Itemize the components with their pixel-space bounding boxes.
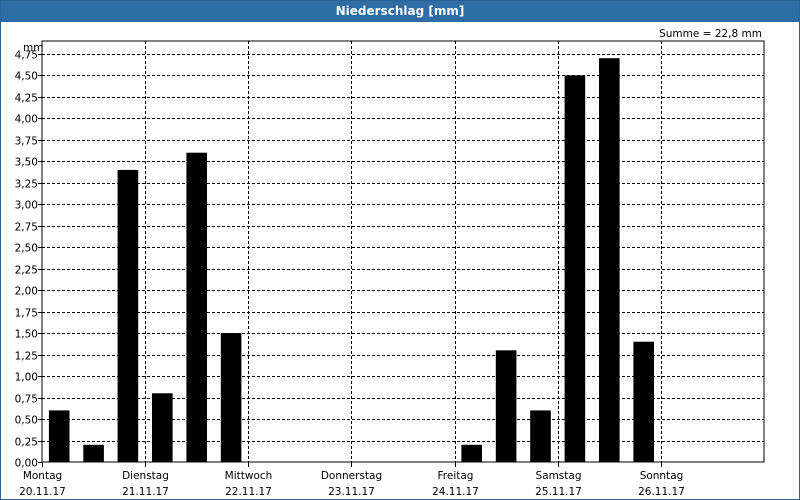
precipitation-bar <box>633 341 654 462</box>
precipitation-bar <box>599 58 620 462</box>
grid-lines <box>42 41 764 462</box>
y-tick-label: 0,50 <box>15 415 38 427</box>
y-axis-unit: mm <box>23 42 43 54</box>
precipitation-bar <box>117 169 139 462</box>
precipitation-bar <box>495 350 517 462</box>
y-tick-label: 0,75 <box>15 394 38 406</box>
y-tick-label: 0,25 <box>15 437 38 449</box>
precipitation-chart: 0,00 0,25 0,50 0,75 1,00 1,25 1,50 1,75 2,00 2,25… <box>15 28 765 498</box>
precipitation-bar <box>564 75 586 463</box>
y-tick-label: 2,00 <box>15 286 38 298</box>
sum-label: Summe = 22,8 mm <box>659 28 762 40</box>
day-name-label: Freitag <box>438 470 474 482</box>
y-tick-label: 2,75 <box>15 222 38 234</box>
day-date-label: 26.11.17 <box>638 486 685 498</box>
y-tick-label: 3,25 <box>15 179 38 191</box>
y-tick-label: 4,50 <box>15 71 38 83</box>
y-tick-label: 1,50 <box>15 329 38 341</box>
y-tick-label: 3,75 <box>15 136 38 148</box>
y-tick-label: 3,00 <box>15 200 38 212</box>
y-tick-label: 3,50 <box>15 157 38 169</box>
day-name-label: Dienstag <box>122 470 169 482</box>
precipitation-bar <box>48 410 70 462</box>
y-tick-label: 0,00 <box>15 458 38 470</box>
axes <box>38 40 765 467</box>
precipitation-bar <box>220 333 242 462</box>
day-date-label: 24.11.17 <box>432 486 479 498</box>
y-tick-label: 1,75 <box>15 308 38 320</box>
y-tick-label: 2,25 <box>15 265 38 277</box>
y-tick-label: 4,00 <box>15 114 38 126</box>
day-date-label: 20.11.17 <box>19 486 66 498</box>
precipitation-bar <box>186 152 207 462</box>
day-name-label: Mittwoch <box>225 470 273 482</box>
precipitation-bar <box>461 444 482 462</box>
precipitation-bar <box>152 393 173 462</box>
precipitation-bar <box>530 410 551 462</box>
day-date-label: 21.11.17 <box>122 486 169 498</box>
day-name-label: Samstag <box>535 470 581 482</box>
day-date-label: 25.11.17 <box>535 486 582 498</box>
y-tick-label: 1,00 <box>15 372 38 384</box>
precipitation-bar <box>83 444 104 462</box>
day-name-label: Montag <box>23 470 62 482</box>
day-name-label: Donnerstag <box>321 470 382 482</box>
day-date-label: 22.11.17 <box>225 486 272 498</box>
day-date-label: 23.11.17 <box>328 486 375 498</box>
y-tick-label: 4,25 <box>15 93 38 105</box>
day-name-label: Sonntag <box>640 470 684 482</box>
chart-window: Niederschlag [mm] 0,00 0,25 0,50 0,75 1,00 1,… <box>0 0 800 500</box>
y-tick-label: 2,50 <box>15 243 38 255</box>
y-tick-label: 1,25 <box>15 351 38 363</box>
